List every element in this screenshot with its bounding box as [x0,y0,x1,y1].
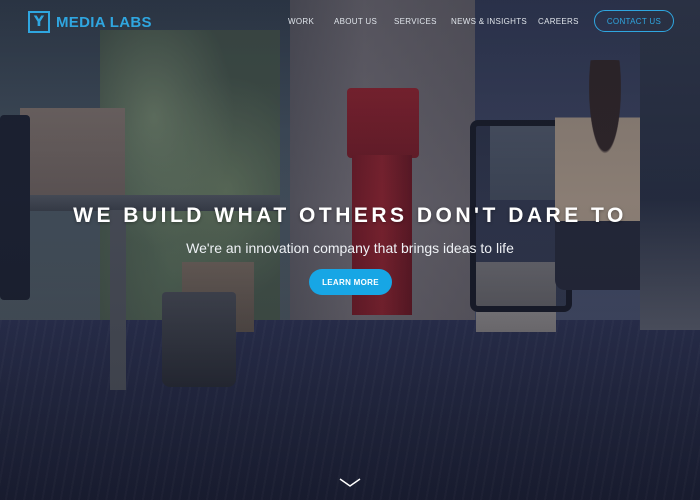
nav-item-work[interactable]: WORK [288,17,314,26]
nav-item-about-us[interactable]: ABOUT US [334,17,377,26]
hero-subtitle: We're an innovation company that brings … [186,240,514,256]
nav-item-news-insights[interactable]: NEWS & INSIGHTS [451,17,527,26]
nav-item-services[interactable]: SERVICES [394,17,437,26]
site-header: Y MEDIA LABS WORK ABOUT US SERVICES NEWS… [0,0,700,46]
hero-title: WE BUILD WHAT OTHERS DON'T DARE TO [73,204,627,227]
learn-more-button[interactable]: LEARN MORE [309,269,392,295]
contact-us-button[interactable]: CONTACT US [594,10,674,32]
scroll-down-button[interactable] [338,476,362,490]
chevron-down-icon [339,478,361,487]
nav-item-careers[interactable]: CAREERS [538,17,579,26]
